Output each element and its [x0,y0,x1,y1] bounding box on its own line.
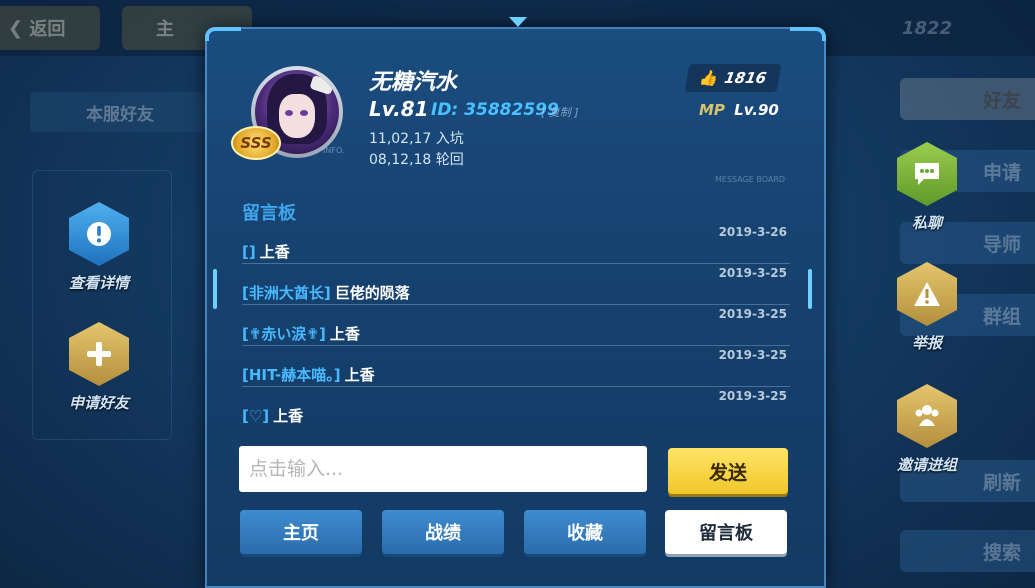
message-date: 2019-3-26 [718,225,787,239]
tab-message-board[interactable]: 留言板 [665,510,787,554]
mp-label: MP [699,101,725,119]
view-details-label: 查看详情 [68,274,129,292]
tab-record[interactable]: 战绩 [382,510,504,554]
list-item: 2019-3-25 [✟赤い涙✟] 上香 [242,305,790,346]
message-author[interactable]: [] [242,243,256,261]
tab-favorites[interactable]: 收藏 [524,510,646,554]
board-title-en: MESSAGE BOARD [715,175,786,184]
send-button[interactable]: 发送 [668,448,788,494]
private-chat-label: 私聊 [911,214,942,232]
player-name: 无糖汽水 [369,70,458,95]
like-count: 1816 [722,69,768,87]
add-friend-label: 申请好友 [68,394,129,412]
private-chat-action[interactable]: 私聊 [882,142,972,233]
corner-decoration [205,27,241,41]
joined-date: 11,02,17 入坑 [369,131,464,147]
message-text: 巨佬的陨落 [334,284,410,302]
message-date: 2019-3-25 [718,307,787,321]
home-label: 主 [156,19,174,40]
account-dates: 11,02,17 入坑 08,12,18 轮回 [369,129,464,171]
chat-icon[interactable] [897,142,957,206]
message-author[interactable]: [♡] [242,407,269,425]
chevron-down-icon [509,17,527,27]
message-date: 2019-3-25 [718,266,787,280]
server-friends-header: 本服好友 [30,92,210,132]
profile-dialog: SSS INFO. 无糖汽水 Lv.81 ID: 35882599 [ 复制 ]… [205,17,826,588]
search-button[interactable]: 搜索 [900,530,1035,572]
tab-friends[interactable]: 好友 [900,78,1035,120]
board-title: 留言板 [242,203,296,224]
corner-decoration [790,27,826,41]
invite-group-label: 邀请进组 [896,456,957,474]
list-item: 2019-3-25 [♡] 上香 [242,387,790,428]
warning-icon[interactable] [897,262,957,326]
message-date: 2019-3-25 [718,389,787,403]
message-text: 上香 [344,366,375,384]
message-input[interactable] [239,446,647,492]
message-text: 上香 [329,325,360,343]
message-date: 2019-3-25 [718,348,787,362]
mp-level: MP Lv.90 [699,101,779,119]
mp-value: Lv.90 [734,101,779,119]
message-author[interactable]: [非洲大酋长] [242,284,331,302]
report-action[interactable]: 举报 [882,262,972,353]
list-item: 2019-3-25 [非洲大酋长] 巨佬的陨落 [242,264,790,305]
tab-home[interactable]: 主页 [240,510,362,554]
view-details-action[interactable]: 查看详情 [54,202,144,293]
info-tag: INFO. [323,146,345,155]
rank-badge: SSS [231,126,281,160]
thumbs-up-icon: 👍 [698,69,721,87]
message-author[interactable]: [✟赤い涙✟] [242,325,326,343]
back-label: 返回 [29,19,66,40]
info-icon[interactable] [69,202,129,266]
message-text: 上香 [259,243,290,261]
list-item: 2019-3-25 [HIT-赫本喵。] 上香 [242,346,790,387]
currency-value: 1822 [902,18,953,39]
id-label: ID: [431,100,459,120]
report-label: 举报 [911,334,942,352]
player-id: ID: 35882599 [431,100,559,120]
list-item: 2019-3-26 [] 上香 [242,223,790,264]
plus-icon[interactable] [69,322,129,386]
right-edge-marker [808,269,812,309]
reincarnation-date: 08,12,18 轮回 [369,152,464,168]
copy-id-button[interactable]: [ 复制 ] [541,104,579,120]
left-edge-marker [213,269,217,309]
invite-group-action[interactable]: 邀请进组 [882,384,972,475]
chevron-left-icon: ❮ [8,17,30,39]
group-icon[interactable] [897,384,957,448]
message-list[interactable]: 2019-3-26 [] 上香 2019-3-25 [非洲大酋长] 巨佬的陨落 20… [242,223,790,433]
message-text: 上香 [273,407,304,425]
message-author[interactable]: [HIT-赫本喵。] [242,366,341,384]
player-level: Lv.81 [369,97,429,121]
back-button[interactable]: ❮ 返回 [0,6,100,50]
add-friend-action[interactable]: 申请好友 [54,322,144,413]
like-button[interactable]: 👍 1816 [684,64,782,92]
